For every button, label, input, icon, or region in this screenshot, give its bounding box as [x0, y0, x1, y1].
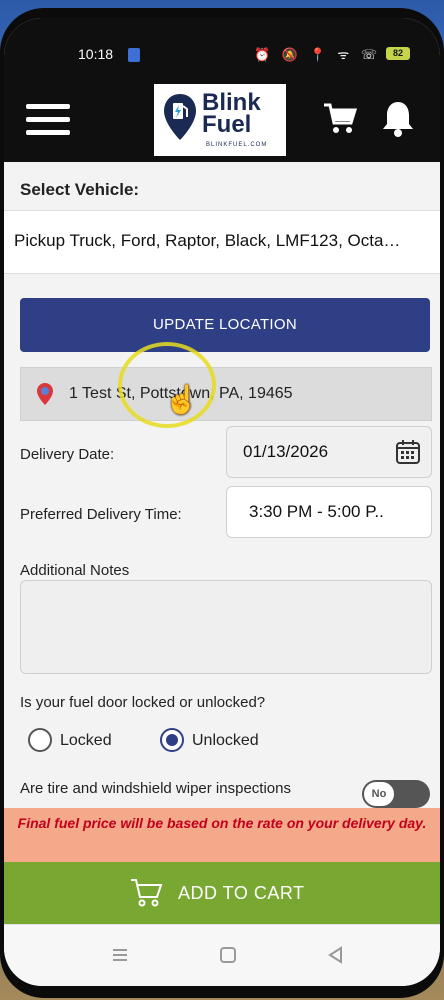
add-to-cart-button[interactable]: ADD TO CART — [4, 862, 440, 924]
delivery-time-field[interactable]: 3:30 PM - 5:00 P.. — [226, 486, 432, 538]
hand-cursor-icon: ☝ — [164, 384, 199, 415]
toggle-knob-label: No — [364, 782, 394, 806]
logo-url: BLINKFUEL.COM — [206, 142, 268, 148]
delivery-date-field[interactable]: 01/13/2026 — [226, 426, 432, 478]
radio-locked-label: Locked — [60, 732, 112, 749]
inspection-question: Are tire and windshield wiper inspection… — [20, 780, 291, 797]
additional-notes-label: Additional Notes — [20, 562, 130, 579]
cart-icon — [131, 879, 163, 907]
fuel-pin-icon — [164, 94, 196, 140]
recent-apps-icon[interactable] — [110, 945, 130, 965]
logo-line-2: Fuel — [202, 111, 252, 138]
order-form: Select Vehicle: Pickup Truck, Ford, Rapt… — [4, 162, 440, 808]
screen: 10:18 ⏰ 🔕 📍 ᯤ ☏ ıl 82 Blink Fuel BLINKFU… — [4, 18, 440, 986]
system-navigation-bar — [4, 924, 440, 986]
update-location-button[interactable]: UPDATE LOCATION — [20, 298, 430, 352]
status-icons: ⏰ 🔕 📍 ᯤ ☏ ıl — [254, 47, 404, 62]
delivery-time-value: 3:30 PM - 5:00 P.. — [249, 502, 384, 521]
app-notification-icon — [128, 48, 140, 62]
logo-text: Blink Fuel — [202, 91, 261, 138]
phone-frame: 10:18 ⏰ 🔕 📍 ᯤ ☏ ıl 82 Blink Fuel BLINKFU… — [0, 8, 444, 998]
status-time: 10:18 — [78, 46, 114, 62]
address-field[interactable]: 1 Test St, Pottstown, PA, 19465 — [20, 367, 432, 421]
vehicle-selected-value: Pickup Truck, Ford, Raptor, Black, LMF12… — [14, 231, 401, 250]
status-bar: 10:18 ⏰ 🔕 📍 ᯤ ☏ ıl 82 — [4, 18, 440, 80]
back-icon[interactable] — [326, 945, 346, 965]
radio-unlocked-label: Unlocked — [192, 732, 259, 749]
menu-icon[interactable] — [26, 104, 70, 140]
delivery-date-label: Delivery Date: — [20, 446, 115, 463]
location-pin-icon — [37, 383, 53, 405]
add-to-cart-label: ADD TO CART — [178, 883, 305, 903]
bell-icon[interactable] — [380, 98, 416, 138]
calendar-icon[interactable] — [395, 439, 421, 465]
fuel-door-question: Is your fuel door locked or unlocked? — [20, 694, 266, 711]
delivery-time-label: Preferred Delivery Time: — [20, 506, 182, 523]
app-header: Blink Fuel BLINKFUEL.COM — [4, 80, 440, 162]
radio-unlocked[interactable] — [160, 728, 184, 752]
delivery-date-value: 01/13/2026 — [243, 442, 329, 461]
vehicle-dropdown[interactable]: Pickup Truck, Ford, Raptor, Black, LMF12… — [4, 210, 440, 274]
select-vehicle-label: Select Vehicle: — [20, 180, 140, 199]
price-notice: Final fuel price will be based on the ra… — [4, 808, 440, 862]
additional-notes-input[interactable] — [20, 580, 432, 674]
home-icon[interactable] — [218, 945, 238, 965]
app-logo: Blink Fuel BLINKFUEL.COM — [154, 84, 286, 156]
cart-icon[interactable] — [322, 100, 358, 136]
radio-locked[interactable] — [28, 728, 52, 752]
inspection-toggle[interactable]: No — [362, 780, 430, 808]
battery-icon: 82 — [386, 47, 410, 60]
